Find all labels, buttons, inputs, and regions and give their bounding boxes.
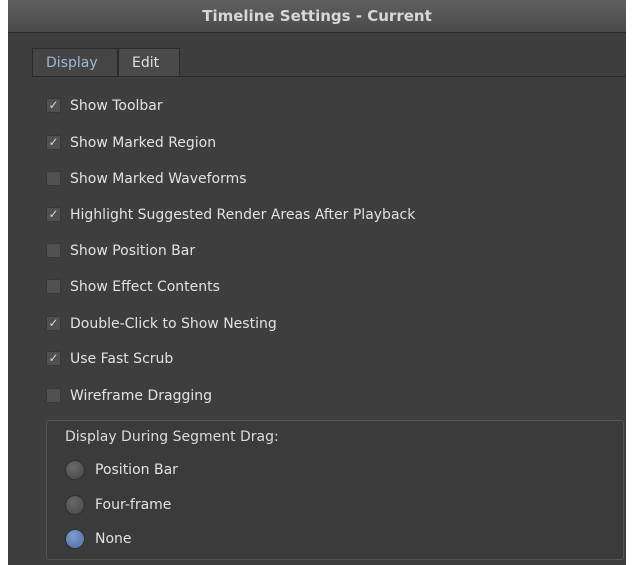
highlight-render-areas-checkbox[interactable]: ✓: [46, 207, 61, 222]
use-fast-scrub-label: Use Fast Scrub: [70, 351, 174, 367]
none-radio-label: None: [95, 531, 132, 547]
show-position-bar-checkbox[interactable]: [46, 243, 61, 258]
show-marked-waveforms-label: Show Marked Waveforms: [70, 171, 247, 187]
show-toolbar-checkbox[interactable]: ✓: [46, 98, 61, 113]
tab-edit[interactable]: Edit: [118, 48, 180, 76]
segment-drag-title: Display During Segment Drag:: [65, 429, 279, 445]
four-frame-radio[interactable]: [65, 495, 85, 515]
show-effect-contents-label: Show Effect Contents: [70, 279, 220, 295]
double-click-nesting-label: Double-Click to Show Nesting: [70, 316, 277, 332]
tab-divider: [32, 76, 626, 77]
show-position-bar-label: Show Position Bar: [70, 243, 196, 259]
wireframe-dragging-checkbox[interactable]: [46, 388, 61, 403]
use-fast-scrub-checkbox[interactable]: ✓: [46, 351, 61, 366]
show-marked-region-checkbox[interactable]: ✓: [46, 135, 61, 150]
window-title: Timeline Settings - Current: [8, 0, 626, 33]
four-frame-radio-label: Four-frame: [95, 497, 172, 513]
show-effect-contents-checkbox[interactable]: [46, 279, 61, 294]
segment-drag-group: Display During Segment Drag: Position Ba…: [46, 420, 624, 560]
wireframe-dragging-label: Wireframe Dragging: [70, 388, 212, 404]
position-bar-radio-label: Position Bar: [95, 462, 178, 478]
show-toolbar-label: Show Toolbar: [70, 98, 163, 114]
highlight-render-areas-label: Highlight Suggested Render Areas After P…: [70, 207, 416, 223]
tab-display[interactable]: Display: [32, 48, 118, 76]
none-radio[interactable]: [65, 529, 85, 549]
timeline-settings-window: Timeline Settings - Current Display Edit…: [8, 0, 626, 565]
show-marked-region-label: Show Marked Region: [70, 135, 217, 151]
double-click-nesting-checkbox[interactable]: ✓: [46, 316, 61, 331]
show-marked-waveforms-checkbox[interactable]: [46, 171, 61, 186]
position-bar-radio[interactable]: [65, 460, 85, 480]
